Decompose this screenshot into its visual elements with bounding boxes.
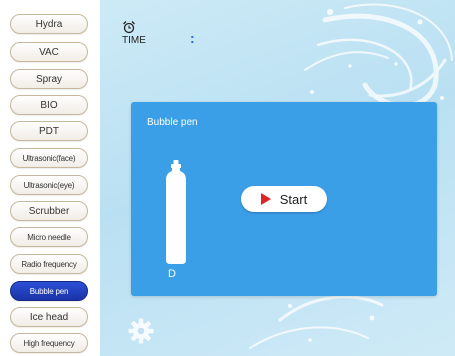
sidebar-item-pdt[interactable]: PDT <box>10 121 88 141</box>
bubble-pen-panel: Bubble pen D Start <box>131 102 437 296</box>
sidebar-item-radio-frequency[interactable]: Radio frequency <box>10 254 88 274</box>
sidebar-menu: Hydra VAC Spray BIO PDT Ultrasonic(face)… <box>0 0 100 356</box>
panel-title: Bubble pen <box>147 117 198 128</box>
time-display: TIME <box>122 20 146 46</box>
sidebar-item-bubble-pen[interactable]: Bubble pen <box>10 281 88 301</box>
sidebar-item-scrubber[interactable]: Scrubber <box>10 201 88 221</box>
start-label: Start <box>279 191 308 207</box>
time-label: TIME <box>122 35 146 46</box>
alarm-clock-icon <box>123 21 135 34</box>
bottle-icon <box>166 160 186 264</box>
gear-icon[interactable] <box>128 318 154 344</box>
sidebar-item-vac[interactable]: VAC <box>10 42 88 62</box>
sidebar-item-ultrasonic-face[interactable]: Ultrasonic(face) <box>10 148 88 168</box>
sidebar-item-hydra[interactable]: Hydra <box>10 14 88 34</box>
sidebar-item-ice-head[interactable]: Ice head <box>10 307 88 327</box>
time-value: : <box>190 30 195 46</box>
main-stage: TIME : Bubble pen D Start <box>100 0 455 356</box>
play-icon <box>260 193 271 205</box>
sidebar-item-high-frequency[interactable]: High frequency <box>10 333 88 353</box>
start-button[interactable]: Start <box>241 186 327 212</box>
sidebar-item-spray[interactable]: Spray <box>10 69 88 89</box>
sidebar-item-micro-needle[interactable]: Micro needle <box>10 227 88 247</box>
sidebar-item-bio[interactable]: BIO <box>10 95 88 115</box>
sidebar-item-ultrasonic-eye[interactable]: Ultrasonic(eye) <box>10 175 88 195</box>
pen-label: D <box>168 268 176 280</box>
